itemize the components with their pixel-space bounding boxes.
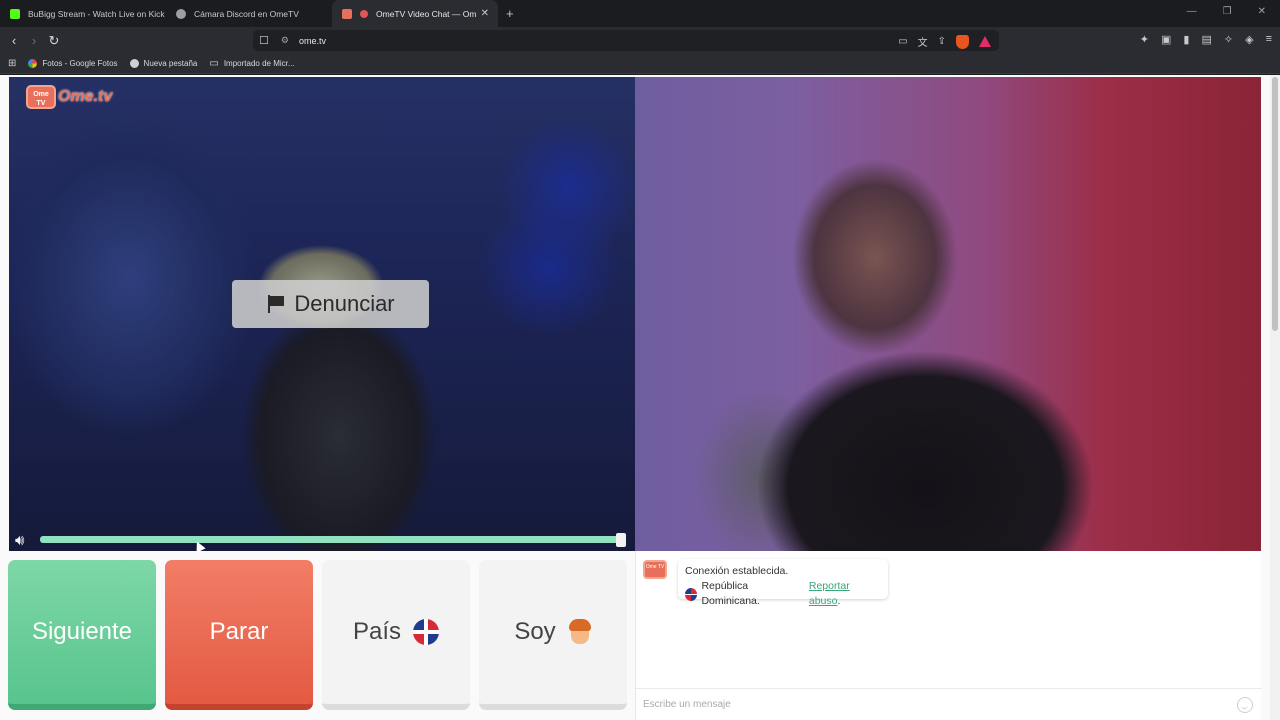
browser-toolbar: ‹ › ↻ ☐ ⚙ ome.tv ▭ 文 ⇪ ✦ ▣ ▮ ▤ ✧ ◈ ≡ [0,27,1280,54]
close-window-icon[interactable]: ✕ [1258,6,1266,17]
google-photos-icon [28,59,38,68]
cast-icon[interactable]: ▭ [898,36,907,47]
brave-rewards-icon[interactable] [979,36,991,47]
dominican-republic-flag-icon [413,619,440,645]
globe-icon [129,59,139,68]
menu-icon[interactable]: ≡ [1266,33,1272,46]
bookmark-label: Fotos - Google Fotos [42,59,118,68]
bookmark-imported-folder[interactable]: ▭ Importado de Micr... [209,58,294,69]
volume-slider[interactable] [40,536,620,543]
tab-title: OmeTV Video Chat — Omegle [376,8,476,19]
wallet-icon[interactable]: ▤ [1201,33,1211,46]
sidebar-icon[interactable]: ▮ [1183,33,1189,46]
ometv-page: Ome TV Ome.tv Denunciar 🔊︎ Siguiente Par… [0,75,1280,720]
system-message: Conexión establecida. República Dominica… [678,559,888,607]
forward-icon[interactable]: › [24,33,44,48]
scrollbar-thumb[interactable] [1272,77,1278,331]
stranger-country: República Dominicana. [701,580,760,607]
report-button[interactable]: Denunciar [232,280,429,328]
reload-icon[interactable]: ↻ [44,33,64,49]
stop-label: Parar [209,618,269,645]
flag-icon [266,294,286,314]
tab-title: BuBigg Stream - Watch Live on Kick [28,8,165,19]
globe-favicon-icon [176,8,186,19]
kick-favicon-icon [10,8,20,19]
site-info-icon[interactable]: ⚙ [281,35,289,46]
dominican-republic-flag-icon [685,587,698,601]
close-tab-icon[interactable]: ✕ [481,8,489,19]
share-icon[interactable]: ⇪ [938,36,946,47]
country-button[interactable]: País [322,560,470,710]
report-abuse-link[interactable]: Reportar abuso [809,580,850,607]
report-label: Denunciar [294,291,395,316]
address-bar-icons: ▭ 文 ⇪ [898,34,991,49]
apps-grid-icon[interactable]: ⊞ [8,58,16,69]
stranger-country-row: República Dominicana. Reportar abuso. [685,579,881,609]
bookmark-google-photos[interactable]: Fotos - Google Fotos [28,59,118,68]
gender-label: Soy [514,618,556,645]
minimize-icon[interactable]: — [1187,6,1197,17]
ometv-logo[interactable]: Ome TV Ome.tv [26,85,112,109]
bookmark-label: Nueva pestaña [143,59,198,68]
url-text[interactable]: ome.tv [299,36,326,46]
male-face-icon [568,619,592,645]
tab-discord-camera[interactable]: Cámara Discord en OmeTV [166,0,332,27]
report-suffix: . [837,595,841,607]
bookmark-label: Importado de Micr... [223,59,295,68]
back-icon[interactable]: ‹ [4,33,24,48]
extensions-icon[interactable]: ✦ [1140,33,1149,46]
ometv-chat-logo-icon: Ome TV [643,560,667,579]
restore-icon[interactable]: ❐ [1223,6,1232,17]
chat-panel: Ome TV Conexión establecida. República D… [635,551,1262,720]
translate-icon[interactable]: 文 [918,34,928,49]
tab-search-icon[interactable]: ▣ [1161,33,1171,46]
page-scrollbar[interactable] [1270,75,1280,720]
next-button[interactable]: Siguiente [8,560,156,710]
volume-control: 🔊︎ [9,530,635,550]
stop-button[interactable]: Parar [165,560,313,710]
tab-ometv[interactable]: OmeTV Video Chat — Omegle ✕ [332,0,498,27]
ometv-tv-icon: Ome TV [26,85,56,109]
stranger-video: Ome TV Ome.tv Denunciar [9,77,635,551]
ometv-brand-text: Ome.tv [58,88,113,105]
connection-status: Conexión establecida. [685,565,789,577]
volume-icon[interactable]: 🔊︎ [15,532,37,549]
tab-kick[interactable]: BuBigg Stream - Watch Live on Kick [0,0,166,27]
tab-title: Cámara Discord en OmeTV [194,8,299,19]
recording-dot-icon [360,9,368,18]
vpn-icon[interactable]: ◈ [1245,33,1253,46]
next-label: Siguiente [31,618,133,645]
brave-shields-icon[interactable] [956,34,969,49]
bookmark-new-tab[interactable]: Nueva pestaña [129,59,198,68]
ometv-favicon-icon [342,8,352,19]
leo-ai-icon[interactable]: ✧ [1224,33,1233,46]
volume-slider-handle[interactable] [616,533,626,547]
bookmarks-bar: ⊞ Fotos - Google Fotos Nueva pestaña ▭ I… [0,54,1280,74]
self-video [635,77,1261,551]
address-bar[interactable]: ☐ ⚙ ome.tv ▭ 文 ⇪ [253,30,999,51]
folder-icon: ▭ [209,58,219,69]
country-label: País [352,618,402,645]
new-tab-button[interactable]: + [506,6,514,21]
bookmark-icon[interactable]: ☐ [259,34,269,47]
toolbar-right-icons: ✦ ▣ ▮ ▤ ✧ ◈ ≡ [1140,33,1272,46]
tab-strip: BuBigg Stream - Watch Live on Kick Cámar… [0,0,1280,27]
message-placeholder: Escribe un mensaje [643,699,731,710]
emoji-icon[interactable] [1237,697,1253,713]
message-input[interactable]: Escribe un mensaje [636,688,1262,720]
window-controls: — ❐ ✕ [1187,6,1266,17]
gender-button[interactable]: Soy [479,560,627,710]
